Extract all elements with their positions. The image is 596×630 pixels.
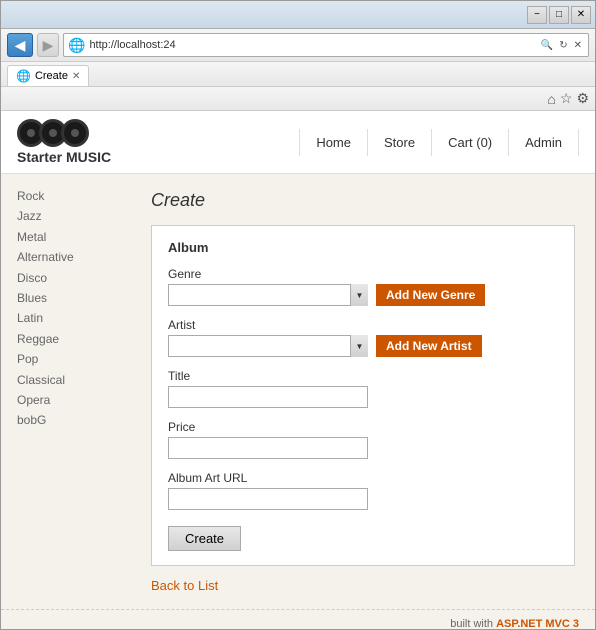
genre-select-wrapper: ▼ (168, 284, 368, 306)
refresh-icon[interactable]: ↻ (557, 39, 569, 52)
sidebar-metal[interactable]: Metal (17, 227, 115, 247)
genre-label: Genre (168, 267, 558, 281)
nav-links: Home Store Cart (0) Admin (299, 129, 579, 156)
page-content: Starter MUSIC Home Store Cart (0) Admin … (1, 111, 595, 629)
content-area: Create Album Genre ▼ (131, 174, 595, 609)
footer-highlight: ASP.NET MVC 3 (496, 618, 579, 629)
title-input[interactable] (168, 386, 368, 408)
minimize-button[interactable]: − (527, 6, 547, 24)
nav-store[interactable]: Store (368, 129, 432, 156)
tab-close-button[interactable]: ✕ (72, 71, 80, 82)
window-controls: − □ ✕ (527, 6, 591, 24)
title-bar: − □ ✕ (1, 1, 595, 29)
back-to-list-link[interactable]: Back to List (151, 578, 218, 593)
sidebar-classical[interactable]: Classical (17, 370, 115, 390)
sidebar-jazz[interactable]: Jazz (17, 206, 115, 226)
sidebar-pop[interactable]: Pop (17, 349, 115, 369)
address-bar[interactable]: 🌐 http://localhost:24 🔍 ↻ ✕ (63, 33, 589, 57)
album-form-box: Album Genre ▼ Add New Genre (151, 225, 575, 566)
logo-discs (17, 119, 83, 147)
back-button[interactable]: ◀ (7, 33, 33, 57)
address-actions: 🔍 ↻ ✕ (539, 39, 584, 52)
form-legend: Album (168, 240, 558, 255)
home-icon[interactable]: ⌂ (547, 91, 555, 107)
stop-icon[interactable]: ✕ (572, 39, 584, 52)
price-input[interactable] (168, 437, 368, 459)
genre-select[interactable] (168, 284, 368, 306)
toolbar-bar: ⌂ ☆ ⚙ (1, 87, 595, 111)
nav-admin[interactable]: Admin (509, 129, 579, 156)
create-button[interactable]: Create (168, 526, 241, 551)
nav-header: Starter MUSIC Home Store Cart (0) Admin (1, 111, 595, 174)
active-tab[interactable]: 🌐 Create ✕ (7, 65, 89, 86)
address-bar-icon: 🌐 (68, 37, 85, 54)
logo-area: Starter MUSIC (17, 119, 111, 165)
tab-label: Create (35, 70, 68, 82)
add-artist-button[interactable]: Add New Artist (376, 335, 482, 357)
search-icon[interactable]: 🔍 (539, 39, 555, 52)
browser-window: − □ ✕ ◀ ▶ 🌐 http://localhost:24 🔍 ↻ ✕ 🌐 … (0, 0, 596, 630)
nav-cart[interactable]: Cart (0) (432, 129, 509, 156)
price-group: Price (168, 420, 558, 459)
album-art-input[interactable] (168, 488, 368, 510)
star-icon[interactable]: ☆ (560, 90, 573, 107)
footer-text: built with (450, 618, 496, 629)
gear-icon[interactable]: ⚙ (576, 90, 589, 107)
footer: built with ASP.NET MVC 3 (1, 609, 595, 629)
artist-select[interactable] (168, 335, 368, 357)
page-title: Create (151, 190, 575, 211)
main-layout: Rock Jazz Metal Alternative Disco Blues … (1, 174, 595, 609)
album-art-label: Album Art URL (168, 471, 558, 485)
toolbar-icons: ⌂ ☆ ⚙ (547, 90, 589, 107)
title-label: Title (168, 369, 558, 383)
sidebar-reggae[interactable]: Reggae (17, 329, 115, 349)
add-genre-button[interactable]: Add New Genre (376, 284, 485, 306)
sidebar-alternative[interactable]: Alternative (17, 247, 115, 267)
sidebar-latin[interactable]: Latin (17, 308, 115, 328)
artist-group: Artist ▼ Add New Artist (168, 318, 558, 357)
sidebar-rock[interactable]: Rock (17, 186, 115, 206)
artist-label: Artist (168, 318, 558, 332)
sidebar-opera[interactable]: Opera (17, 390, 115, 410)
forward-button[interactable]: ▶ (37, 33, 59, 57)
title-group: Title (168, 369, 558, 408)
genre-group: Genre ▼ Add New Genre (168, 267, 558, 306)
browser-bar: ◀ ▶ 🌐 http://localhost:24 🔍 ↻ ✕ (1, 29, 595, 62)
site-title: Starter MUSIC (17, 149, 111, 165)
maximize-button[interactable]: □ (549, 6, 569, 24)
sidebar-disco[interactable]: Disco (17, 268, 115, 288)
artist-row: ▼ Add New Artist (168, 335, 558, 357)
disc-3 (61, 119, 89, 147)
album-art-group: Album Art URL (168, 471, 558, 510)
sidebar-blues[interactable]: Blues (17, 288, 115, 308)
genre-row: ▼ Add New Genre (168, 284, 558, 306)
price-label: Price (168, 420, 558, 434)
artist-select-wrapper: ▼ (168, 335, 368, 357)
sidebar: Rock Jazz Metal Alternative Disco Blues … (1, 174, 131, 609)
nav-home[interactable]: Home (299, 129, 368, 156)
address-text: http://localhost:24 (89, 39, 534, 51)
tab-icon: 🌐 (16, 69, 31, 83)
sidebar-bobg[interactable]: bobG (17, 410, 115, 430)
tab-bar: 🌐 Create ✕ (1, 62, 595, 87)
close-button[interactable]: ✕ (571, 6, 591, 24)
